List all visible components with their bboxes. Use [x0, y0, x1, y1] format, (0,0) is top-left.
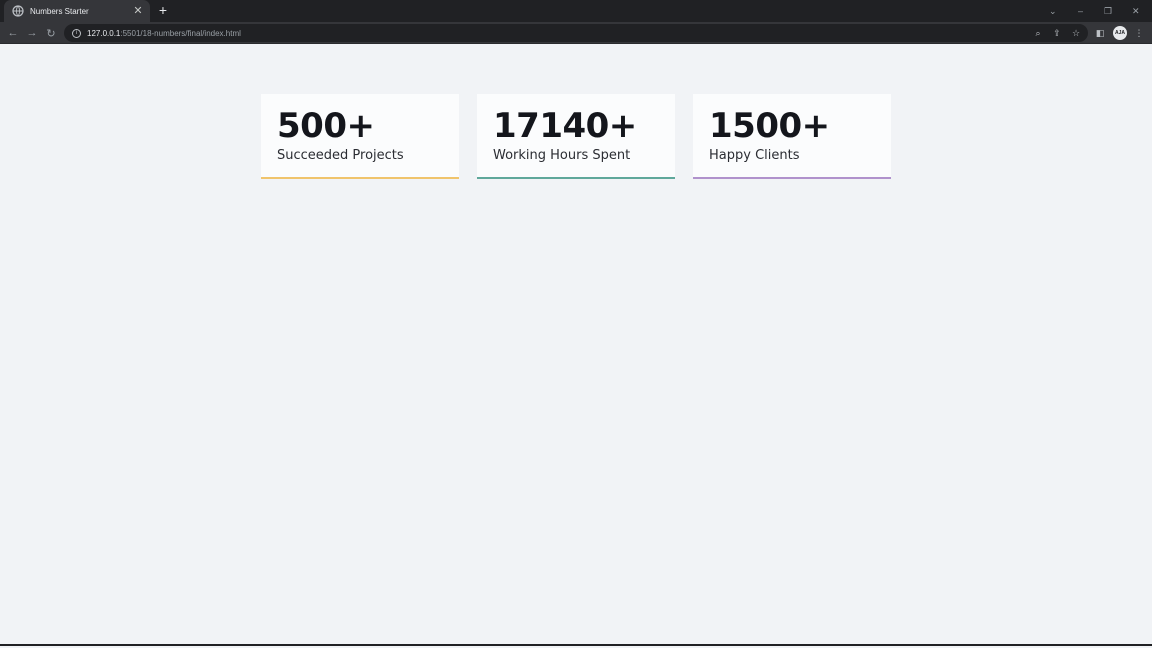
forward-arrow-icon[interactable]: →	[24, 25, 40, 41]
bottom-border	[0, 644, 1152, 646]
url-path: :5501/18-numbers/final/index.html	[120, 28, 241, 38]
page-viewport: 500+ Succeeded Projects 17140+ Working H…	[0, 45, 1152, 646]
tab-search-chevron-icon[interactable]: ⌄	[1049, 0, 1057, 22]
stat-card-clients: 1500+ Happy Clients	[693, 94, 891, 179]
stats-row: 500+ Succeeded Projects 17140+ Working H…	[261, 94, 891, 179]
back-arrow-icon[interactable]: ←	[5, 25, 21, 41]
tab-title: Numbers Starter	[30, 6, 89, 16]
close-tab-icon[interactable]: ✕	[132, 5, 144, 17]
globe-icon	[12, 5, 24, 17]
stat-card-projects: 500+ Succeeded Projects	[261, 94, 459, 179]
stat-card-hours: 17140+ Working Hours Spent	[477, 94, 675, 179]
url-host: 127.0.0.1	[87, 28, 121, 38]
stat-accent-bar	[477, 177, 675, 179]
stat-label: Succeeded Projects	[277, 148, 404, 163]
stat-label: Happy Clients	[709, 148, 800, 163]
tab-strip: Numbers Starter ✕ + ⌄ – ❐ ✕	[0, 0, 1152, 22]
stat-value: 17140+	[493, 106, 637, 146]
restore-icon[interactable]: ❐	[1104, 0, 1112, 22]
browser-window: Numbers Starter ✕ + ⌄ – ❐ ✕ ← → ↻ i 127.…	[0, 0, 1152, 648]
stat-accent-bar	[693, 177, 891, 179]
stat-value: 1500+	[709, 106, 830, 146]
profile-avatar[interactable]: AJA	[1113, 26, 1127, 40]
menu-kebab-icon[interactable]: ⋮	[1132, 25, 1146, 41]
zoom-icon[interactable]: ⌕	[1031, 25, 1045, 41]
browser-tab[interactable]: Numbers Starter ✕	[4, 0, 150, 22]
address-bar[interactable]: i 127.0.0.1 :5501/18-numbers/final/index…	[64, 24, 1088, 42]
stat-accent-bar	[261, 177, 459, 179]
site-info-icon[interactable]: i	[72, 28, 81, 38]
share-icon[interactable]: ⇪	[1050, 25, 1064, 41]
close-window-icon[interactable]: ✕	[1132, 0, 1140, 22]
new-tab-button[interactable]: +	[156, 2, 170, 18]
stat-label: Working Hours Spent	[493, 148, 631, 163]
browser-toolbar: ← → ↻ i 127.0.0.1 :5501/18-numbers/final…	[0, 22, 1152, 44]
reload-icon[interactable]: ↻	[43, 25, 59, 41]
stat-value: 500+	[277, 106, 375, 146]
bookmark-star-icon[interactable]: ☆	[1069, 25, 1083, 41]
side-panel-icon[interactable]: ◧	[1093, 25, 1107, 41]
minimize-icon[interactable]: –	[1078, 0, 1083, 22]
